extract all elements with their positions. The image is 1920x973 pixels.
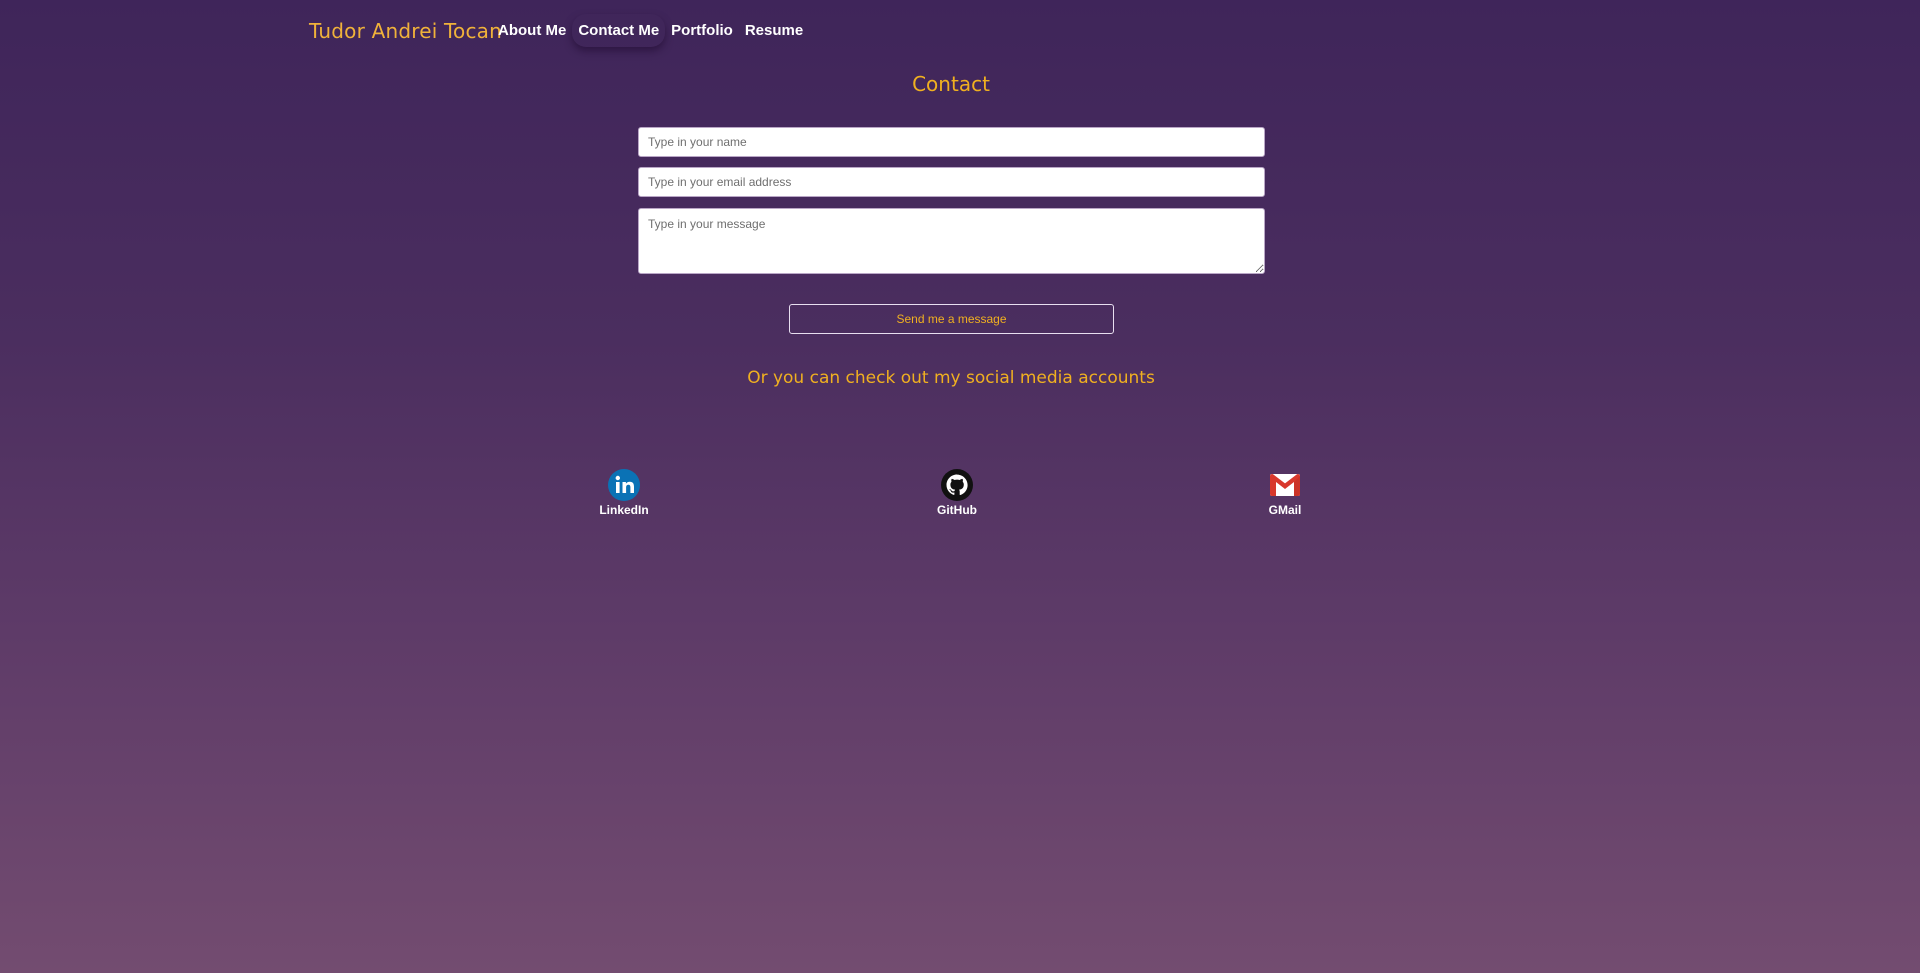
contact-form	[638, 127, 1265, 274]
linkedin-icon	[607, 468, 641, 502]
gmail-label: GMail	[1268, 503, 1302, 517]
linkedin-label: LinkedIn	[599, 503, 649, 517]
nav-links: About Me Contact Me Portfolio Resume	[492, 14, 809, 47]
gmail-link[interactable]: GMail	[1245, 468, 1325, 517]
name-input[interactable]	[638, 127, 1265, 157]
nav-link-resume[interactable]: Resume	[739, 14, 809, 47]
social-heading: Or you can check out my social media acc…	[747, 368, 1155, 388]
nav-link-portfolio[interactable]: Portfolio	[665, 14, 739, 47]
send-message-button[interactable]: Send me a message	[789, 304, 1114, 334]
brand-name[interactable]: Tudor Andrei Tocan	[309, 19, 502, 43]
email-input[interactable]	[638, 167, 1265, 197]
nav-link-contact-me[interactable]: Contact Me	[572, 14, 665, 47]
github-icon	[940, 468, 974, 502]
message-textarea[interactable]	[638, 208, 1265, 274]
gmail-icon	[1268, 468, 1302, 502]
github-link[interactable]: GitHub	[917, 468, 997, 517]
nav-link-about-me[interactable]: About Me	[492, 14, 572, 47]
navbar: Tudor Andrei Tocan About Me Contact Me P…	[0, 0, 1920, 62]
contact-title: Contact	[912, 72, 990, 96]
linkedin-link[interactable]: LinkedIn	[584, 468, 664, 517]
github-label: GitHub	[937, 503, 977, 517]
